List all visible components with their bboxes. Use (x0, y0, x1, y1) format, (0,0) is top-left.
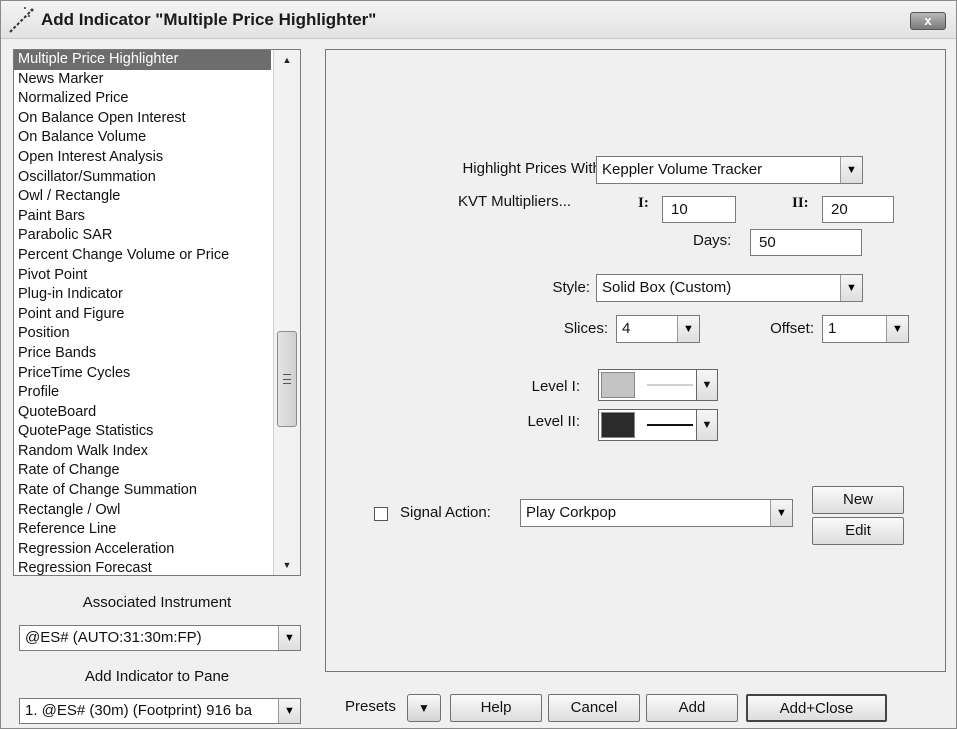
chevron-down-icon[interactable]: ▼ (840, 157, 862, 183)
list-item[interactable]: Multiple Price Highlighter (14, 50, 271, 70)
title-bar: Add Indicator "Multiple Price Highlighte… (1, 1, 956, 39)
scroll-up-arrow-icon[interactable]: ▲ (274, 50, 300, 70)
list-item[interactable]: Percent Change Volume or Price (14, 246, 271, 266)
multiplier-ii-label: II: (792, 195, 809, 211)
days-input[interactable]: 50 (750, 229, 862, 256)
chevron-down-icon[interactable]: ▼ (770, 500, 792, 526)
associated-instrument-label: Associated Instrument (82, 594, 232, 611)
list-item[interactable]: News Marker (14, 70, 271, 90)
list-item[interactable]: Position (14, 324, 271, 344)
list-item[interactable]: Rate of Change Summation (14, 481, 271, 501)
indicator-list-items: Multiple Price Highlighter News Marker Nor… (14, 50, 271, 575)
multiplier-i-input[interactable]: 10 (662, 196, 736, 223)
list-scrollbar[interactable]: ▲ ▼ (273, 50, 300, 575)
kvt-multipliers-label: KVT Multipliers... (458, 193, 572, 210)
cancel-button[interactable]: Cancel (548, 694, 640, 722)
close-icon[interactable]: x (910, 12, 946, 30)
list-item[interactable]: On Balance Open Interest (14, 109, 271, 129)
list-item[interactable]: Regression Acceleration (14, 540, 271, 560)
highlight-prices-value: Keppler Volume Tracker (602, 161, 763, 178)
style-label: Style: (552, 279, 590, 296)
scroll-thumb[interactable] (277, 331, 297, 427)
level-ii-color-swatch (601, 412, 635, 438)
add-to-pane-label: Add Indicator to Pane (84, 668, 230, 685)
window-title: Add Indicator "Multiple Price Highlighte… (41, 10, 377, 29)
highlight-prices-select[interactable]: Keppler Volume Tracker ▼ (596, 156, 863, 184)
level-i-line-preview (647, 384, 693, 386)
offset-select[interactable]: 1 ▼ (822, 315, 909, 343)
add-button[interactable]: Add (646, 694, 738, 722)
list-item[interactable]: Rate of Change (14, 461, 271, 481)
list-item[interactable]: Price Bands (14, 344, 271, 364)
offset-value: 1 (828, 320, 837, 337)
add-indicator-dialog: Add Indicator "Multiple Price Highlighte… (0, 0, 957, 729)
style-value: Solid Box (Custom) (602, 279, 732, 296)
add-close-button[interactable]: Add+Close (746, 694, 887, 722)
chevron-down-icon[interactable]: ▼ (677, 316, 699, 342)
chevron-down-icon[interactable]: ▼ (886, 316, 908, 342)
list-item[interactable]: Open Interest Analysis (14, 148, 271, 168)
list-item[interactable]: QuoteBoard (14, 403, 271, 423)
chevron-down-icon[interactable]: ▼ (278, 699, 300, 723)
chevron-down-icon[interactable]: ▼ (840, 275, 862, 301)
chevron-down-icon[interactable]: ▼ (696, 370, 717, 400)
indicator-pen-icon (9, 7, 34, 33)
list-item[interactable]: Profile (14, 383, 271, 403)
level-ii-color-picker[interactable]: ▼ (598, 409, 718, 441)
presets-label: Presets (345, 698, 396, 715)
level-ii-line-preview (647, 424, 693, 426)
list-item[interactable]: Reference Line (14, 520, 271, 540)
help-button[interactable]: Help (450, 694, 542, 722)
list-item[interactable]: Random Walk Index (14, 442, 271, 462)
slices-value: 4 (622, 320, 631, 337)
list-item[interactable]: Rectangle / Owl (14, 501, 271, 521)
level-ii-label: Level II: (527, 413, 580, 430)
list-item[interactable]: Owl / Rectangle (14, 187, 271, 207)
grip-icon (283, 374, 291, 384)
chevron-down-icon[interactable]: ▼ (278, 626, 300, 650)
style-select[interactable]: Solid Box (Custom) ▼ (596, 274, 863, 302)
list-item[interactable]: Oscillator/Summation (14, 168, 271, 188)
multiplier-i-label: I: (638, 195, 649, 211)
list-item[interactable]: On Balance Volume (14, 128, 271, 148)
list-item[interactable]: Plug-in Indicator (14, 285, 271, 305)
presets-dropdown-button[interactable]: ▼ (407, 694, 441, 722)
chevron-down-icon: ▼ (418, 701, 430, 715)
associated-instrument-value: @ES# (AUTO:31:30m:FP) (25, 629, 202, 646)
indicator-list[interactable]: Multiple Price Highlighter News Marker Nor… (13, 49, 301, 576)
signal-action-select[interactable]: Play Corkpop ▼ (520, 499, 793, 527)
signal-action-checkbox[interactable] (374, 507, 388, 521)
settings-panel: Highlight Prices With: Keppler Volume Tr… (325, 49, 946, 672)
level-i-color-picker[interactable]: ▼ (598, 369, 718, 401)
add-to-pane-select[interactable]: 1. @ES# (30m) (Footprint) 916 ba ▼ (19, 698, 301, 724)
slices-select[interactable]: 4 ▼ (616, 315, 700, 343)
signal-action-label: Signal Action: (400, 504, 491, 521)
new-button[interactable]: New (812, 486, 904, 514)
add-to-pane-value: 1. @ES# (30m) (Footprint) 916 ba (25, 702, 252, 719)
list-item[interactable]: PriceTime Cycles (14, 364, 271, 384)
list-item[interactable]: Paint Bars (14, 207, 271, 227)
list-item[interactable]: QuotePage Statistics (14, 422, 271, 442)
highlight-prices-label: Highlight Prices With: (462, 160, 605, 177)
chevron-down-icon[interactable]: ▼ (696, 410, 717, 440)
level-i-label: Level I: (531, 378, 580, 395)
slices-label: Slices: (563, 320, 608, 337)
offset-label: Offset: (770, 320, 814, 337)
days-label: Days: (693, 232, 732, 249)
multiplier-ii-input[interactable]: 20 (822, 196, 894, 223)
list-item[interactable]: Regression Forecast (14, 559, 271, 575)
scroll-down-arrow-icon[interactable]: ▼ (274, 555, 300, 575)
level-i-color-swatch (601, 372, 635, 398)
signal-action-value: Play Corkpop (526, 504, 617, 521)
list-item[interactable]: Point and Figure (14, 305, 271, 325)
associated-instrument-select[interactable]: @ES# (AUTO:31:30m:FP) ▼ (19, 625, 301, 651)
list-item[interactable]: Parabolic SAR (14, 226, 271, 246)
edit-button[interactable]: Edit (812, 517, 904, 545)
list-item[interactable]: Normalized Price (14, 89, 271, 109)
list-item[interactable]: Pivot Point (14, 266, 271, 286)
